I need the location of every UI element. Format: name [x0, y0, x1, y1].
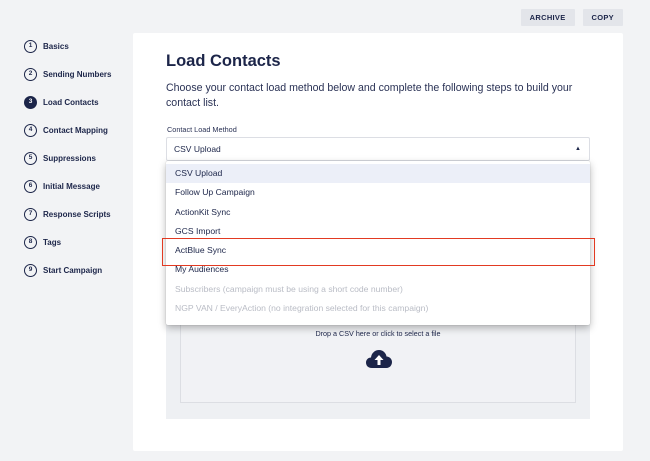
step-label: Basics: [43, 41, 69, 51]
step-tags[interactable]: 8 Tags: [24, 228, 111, 256]
step-start-campaign[interactable]: 9 Start Campaign: [24, 256, 111, 284]
page-description: Choose your contact load method below an…: [166, 82, 573, 109]
step-label: Suppressions: [43, 153, 96, 163]
step-number: 4: [24, 123, 37, 137]
select-value: CSV Upload: [174, 144, 221, 154]
step-label: Response Scripts: [43, 209, 111, 219]
step-label: Sending Numbers: [43, 69, 112, 79]
step-number: 8: [24, 235, 37, 249]
load-method-select[interactable]: CSV Upload ▲: [166, 137, 590, 161]
step-label: Start Campaign: [43, 265, 103, 275]
step-label: Load Contacts: [43, 97, 99, 107]
step-number: 2: [24, 67, 37, 81]
page-title: Load Contacts: [166, 52, 281, 70]
step-number: 6: [24, 179, 37, 193]
step-load-contacts[interactable]: 3 Load Contacts: [24, 88, 111, 116]
option-ngp-van: NGP VAN / EveryAction (no integration se…: [175, 303, 429, 314]
step-label: Contact Mapping: [43, 125, 108, 135]
option-follow-up-campaign[interactable]: Follow Up Campaign: [166, 183, 590, 202]
step-basics[interactable]: 1 Basics: [24, 32, 111, 60]
option-subscribers: Subscribers (campaign must be using a sh…: [175, 283, 403, 294]
step-contact-mapping[interactable]: 4 Contact Mapping: [24, 116, 111, 144]
cloud-upload-icon: [366, 350, 392, 368]
step-number: 5: [24, 151, 37, 165]
highlight-annotation: [162, 238, 595, 266]
header-actions: ARCHIVE COPY: [520, 9, 623, 26]
caret-up-icon: ▲: [575, 146, 581, 152]
step-suppressions[interactable]: 5 Suppressions: [24, 144, 111, 172]
dropzone-text: Drop a CSV here or click to select a fil…: [315, 329, 441, 338]
step-number: 7: [24, 207, 37, 221]
step-number: 3: [24, 95, 37, 109]
load-method-label: Contact Load Method: [167, 125, 237, 134]
step-response-scripts[interactable]: 7 Response Scripts: [24, 200, 111, 228]
step-number: 1: [24, 39, 37, 53]
step-sending-numbers[interactable]: 2 Sending Numbers: [24, 60, 111, 88]
step-number: 9: [24, 263, 37, 277]
steps-sidebar: 1 Basics 2 Sending Numbers 3 Load Contac…: [24, 32, 111, 284]
option-csv-upload[interactable]: CSV Upload: [166, 164, 590, 184]
csv-dropzone[interactable]: Drop a CSV here or click to select a fil…: [180, 321, 576, 403]
option-actionkit-sync[interactable]: ActionKit Sync: [166, 203, 590, 222]
step-label: Initial Message: [43, 181, 100, 191]
copy-button[interactable]: COPY: [582, 9, 623, 26]
archive-button[interactable]: ARCHIVE: [520, 9, 575, 26]
step-label: Tags: [43, 237, 62, 247]
step-initial-message[interactable]: 6 Initial Message: [24, 172, 111, 200]
